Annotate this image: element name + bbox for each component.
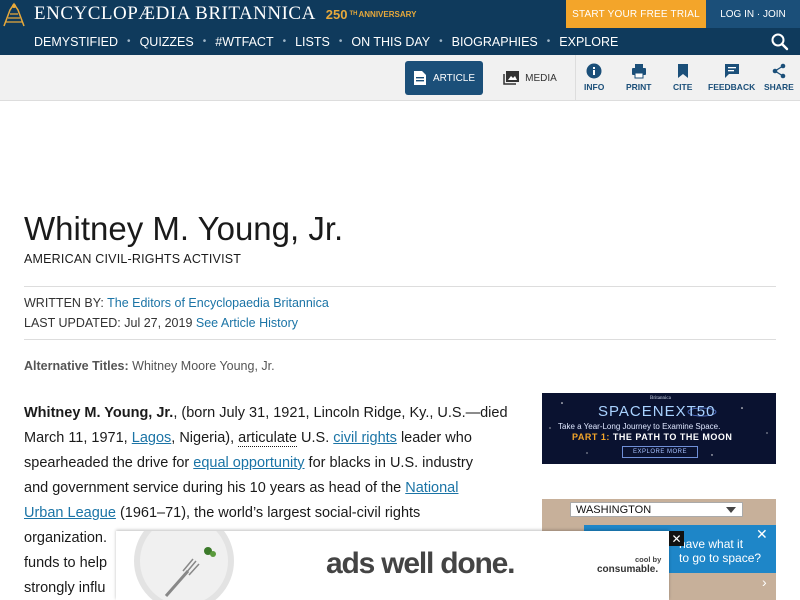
question-text: have what it to go to space? — [679, 537, 762, 565]
nav-list: DEMYSTIFIED • QUIZZES • #WTFACT • LISTS … — [34, 28, 618, 55]
nav-separator: • — [202, 36, 207, 47]
page-subtitle: AMERICAN CIVIL-RIGHTS ACTIVIST — [24, 252, 242, 266]
body-line: spearheaded the drive for equal opportun… — [24, 455, 473, 471]
explore-more-button[interactable]: EXPLORE MORE — [622, 446, 698, 458]
body-line: March 11, 1971, Lagos, Nigeria), articul… — [24, 430, 472, 447]
feedback-button[interactable]: FEEDBACK — [708, 63, 755, 95]
share-icon — [772, 63, 786, 79]
brand-name: ENCYCLOPÆDIA BRITANNICA — [34, 3, 316, 24]
body-line: and government service during his 10 yea… — [24, 480, 459, 496]
divider — [24, 339, 776, 340]
bottom-banner-ad[interactable]: ads well done. cool by consumable. — [116, 531, 669, 600]
close-icon[interactable]: ✕ — [756, 527, 770, 541]
search-icon[interactable] — [770, 32, 790, 52]
chevron-right-icon[interactable]: › — [762, 574, 767, 590]
page-title: Whitney M. Young, Jr. — [24, 210, 344, 247]
close-icon[interactable]: ✕ — [669, 531, 684, 546]
nav-item-wtfact[interactable]: #WTFACT — [215, 35, 273, 49]
article-toolbar: ARTICLE MEDIA INFO PRINT CITE FEEDBACK S… — [0, 55, 800, 101]
article-tab[interactable]: ARTICLE — [405, 61, 483, 95]
free-trial-button[interactable]: START YOUR FREE TRIAL — [566, 0, 706, 28]
top-bar: ENCYCLOPÆDIA BRITANNICA 250 TH ANNIVERSA… — [0, 0, 800, 28]
civil-rights-link[interactable]: civil rights — [333, 430, 397, 446]
national-urban-league-link[interactable]: National — [405, 480, 458, 496]
nav-separator: • — [127, 36, 131, 47]
thistle-icon — [0, 0, 28, 28]
feedback-icon — [724, 64, 739, 78]
fork-icon — [164, 547, 216, 597]
location-select[interactable]: WASHINGTON — [570, 502, 743, 517]
info-icon — [586, 63, 602, 79]
nav-item-biographies[interactable]: BIOGRAPHIES — [452, 35, 538, 49]
alternative-titles: Alternative Titles: Whitney Moore Young,… — [24, 359, 275, 373]
last-updated: LAST UPDATED: Jul 27, 2019 See Article H… — [24, 316, 298, 330]
printer-icon — [631, 64, 646, 79]
nav-separator: • — [338, 36, 343, 47]
info-button[interactable]: INFO — [584, 63, 604, 95]
nav-item-lists[interactable]: LISTS — [295, 35, 330, 49]
cite-button[interactable]: CITE — [673, 63, 692, 95]
nav-item-demystified[interactable]: DEMYSTIFIED — [34, 35, 118, 49]
nav-separator: • — [546, 36, 551, 47]
space-next-ad[interactable]: Britannica SPACENEXT50 Take a Year-Long … — [542, 393, 776, 464]
bookmark-icon — [677, 64, 688, 78]
body-line: funds to help — [24, 555, 108, 571]
print-button[interactable]: PRINT — [626, 63, 652, 95]
login-join-button[interactable]: LOG IN · JOIN — [706, 0, 800, 28]
nav-item-quizzes[interactable]: QUIZZES — [140, 35, 194, 49]
article-history-link[interactable]: See Article History — [196, 316, 298, 330]
body-line: organization. — [24, 530, 108, 546]
toolbar-divider — [575, 55, 576, 101]
body-line: Urban League (1961–71), the world’s larg… — [24, 505, 421, 521]
urban-league-link[interactable]: Urban League — [24, 505, 116, 521]
equal-opportunity-link[interactable]: equal opportunity — [193, 455, 304, 471]
body-line: strongly influ — [24, 580, 106, 596]
main-nav: DEMYSTIFIED • QUIZZES • #WTFACT • LISTS … — [0, 28, 800, 55]
image-icon — [503, 71, 520, 85]
author-link[interactable]: The Editors of Encyclopaedia Britannica — [107, 296, 329, 310]
anniversary-badge: 250 TH ANNIVERSARY — [325, 6, 417, 22]
divider — [24, 286, 776, 287]
nav-item-on-this-day[interactable]: ON THIS DAY — [351, 35, 430, 49]
nav-separator: • — [282, 36, 287, 47]
share-button[interactable]: SHARE — [764, 63, 794, 95]
nav-separator: • — [439, 36, 443, 47]
nav-item-explore[interactable]: EXPLORE — [559, 35, 618, 49]
media-tab[interactable]: MEDIA — [495, 61, 565, 95]
document-icon — [413, 71, 426, 85]
articulate-definition[interactable]: articulate — [238, 430, 297, 447]
chevron-down-icon — [726, 507, 736, 513]
lagos-link[interactable]: Lagos — [132, 430, 172, 446]
written-by: WRITTEN BY: The Editors of Encyclopaedia… — [24, 296, 329, 310]
britannica-logo[interactable]: ENCYCLOPÆDIA BRITANNICA 250 TH ANNIVERSA… — [0, 0, 416, 28]
body-line: Whitney M. Young, Jr., (born July 31, 19… — [24, 405, 508, 421]
